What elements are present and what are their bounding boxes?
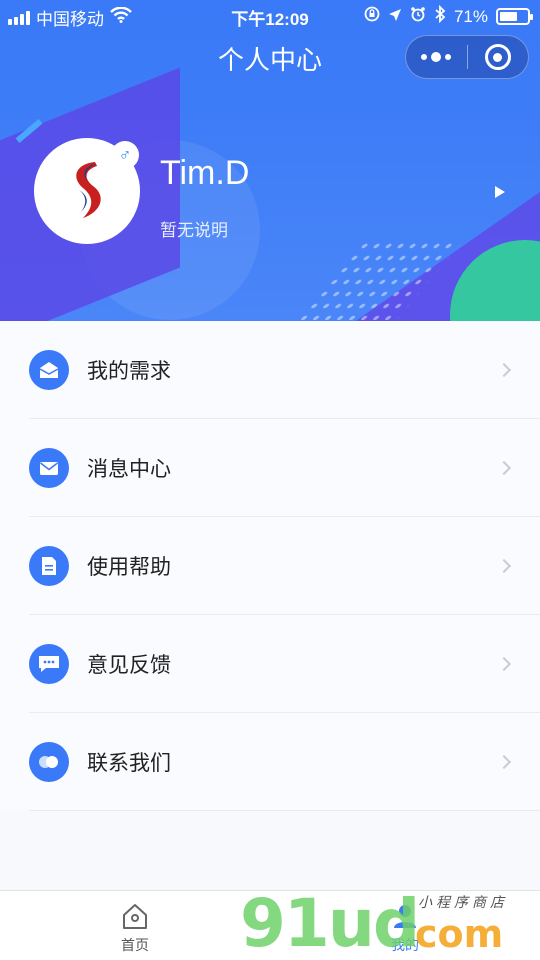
profile-arrow-icon[interactable] bbox=[495, 186, 505, 198]
menu-item-contact-us[interactable]: 联系我们 bbox=[0, 713, 540, 811]
tab-mine[interactable]: 我的 bbox=[345, 901, 465, 955]
chat-bubble-icon bbox=[29, 644, 69, 684]
tab-home-label: 首页 bbox=[121, 937, 149, 953]
document-icon bbox=[29, 546, 69, 586]
chevron-right-icon bbox=[496, 656, 512, 672]
user-bio: 暂无说明 bbox=[160, 221, 228, 240]
miniprogram-capsule bbox=[405, 35, 529, 79]
more-options-button[interactable] bbox=[406, 35, 467, 79]
alarm-icon bbox=[410, 6, 426, 27]
status-bar: 中国移动 下午12:09 71% bbox=[0, 0, 540, 30]
battery-percent: 71% bbox=[453, 6, 488, 26]
menu-list: 我的需求 消息中心 使用帮助 意见反馈 联系我们 bbox=[0, 321, 540, 811]
chevron-right-icon bbox=[496, 558, 512, 574]
menu-item-message-center[interactable]: 消息中心 bbox=[0, 419, 540, 517]
gender-male-icon: ♂ bbox=[111, 141, 139, 169]
menu-item-help[interactable]: 使用帮助 bbox=[0, 517, 540, 615]
tab-bar: 首页 我的 bbox=[0, 890, 540, 960]
chevron-right-icon bbox=[496, 460, 512, 476]
menu-item-my-needs[interactable]: 我的需求 bbox=[0, 321, 540, 419]
user-icon bbox=[394, 905, 416, 928]
chevron-right-icon bbox=[496, 362, 512, 378]
envelope-open-icon bbox=[29, 350, 69, 390]
envelope-icon bbox=[29, 448, 69, 488]
menu-item-label: 我的需求 bbox=[87, 360, 171, 383]
close-miniprogram-button[interactable] bbox=[467, 35, 528, 79]
tab-home[interactable]: 首页 bbox=[75, 901, 195, 955]
chevron-right-icon bbox=[496, 754, 512, 770]
location-icon bbox=[388, 7, 402, 27]
home-icon bbox=[123, 904, 147, 929]
more-dot-icon bbox=[421, 54, 428, 60]
menu-item-label: 使用帮助 bbox=[87, 556, 171, 579]
contact-circles-icon bbox=[29, 742, 69, 782]
brand-logo-icon bbox=[76, 162, 101, 218]
bluetooth-icon bbox=[434, 4, 446, 28]
user-name: Tim.D bbox=[160, 154, 250, 192]
menu-item-label: 意见反馈 bbox=[87, 654, 171, 677]
menu-item-label: 联系我们 bbox=[87, 752, 171, 775]
divider bbox=[29, 810, 540, 811]
menu-item-label: 消息中心 bbox=[87, 458, 171, 481]
more-dot-icon bbox=[445, 54, 452, 60]
tab-mine-label: 我的 bbox=[391, 937, 419, 953]
menu-item-feedback[interactable]: 意见反馈 bbox=[0, 615, 540, 713]
more-dot-icon bbox=[431, 52, 442, 62]
target-circle-icon bbox=[484, 44, 511, 70]
rotation-lock-icon bbox=[364, 6, 380, 27]
battery-icon bbox=[496, 8, 533, 25]
